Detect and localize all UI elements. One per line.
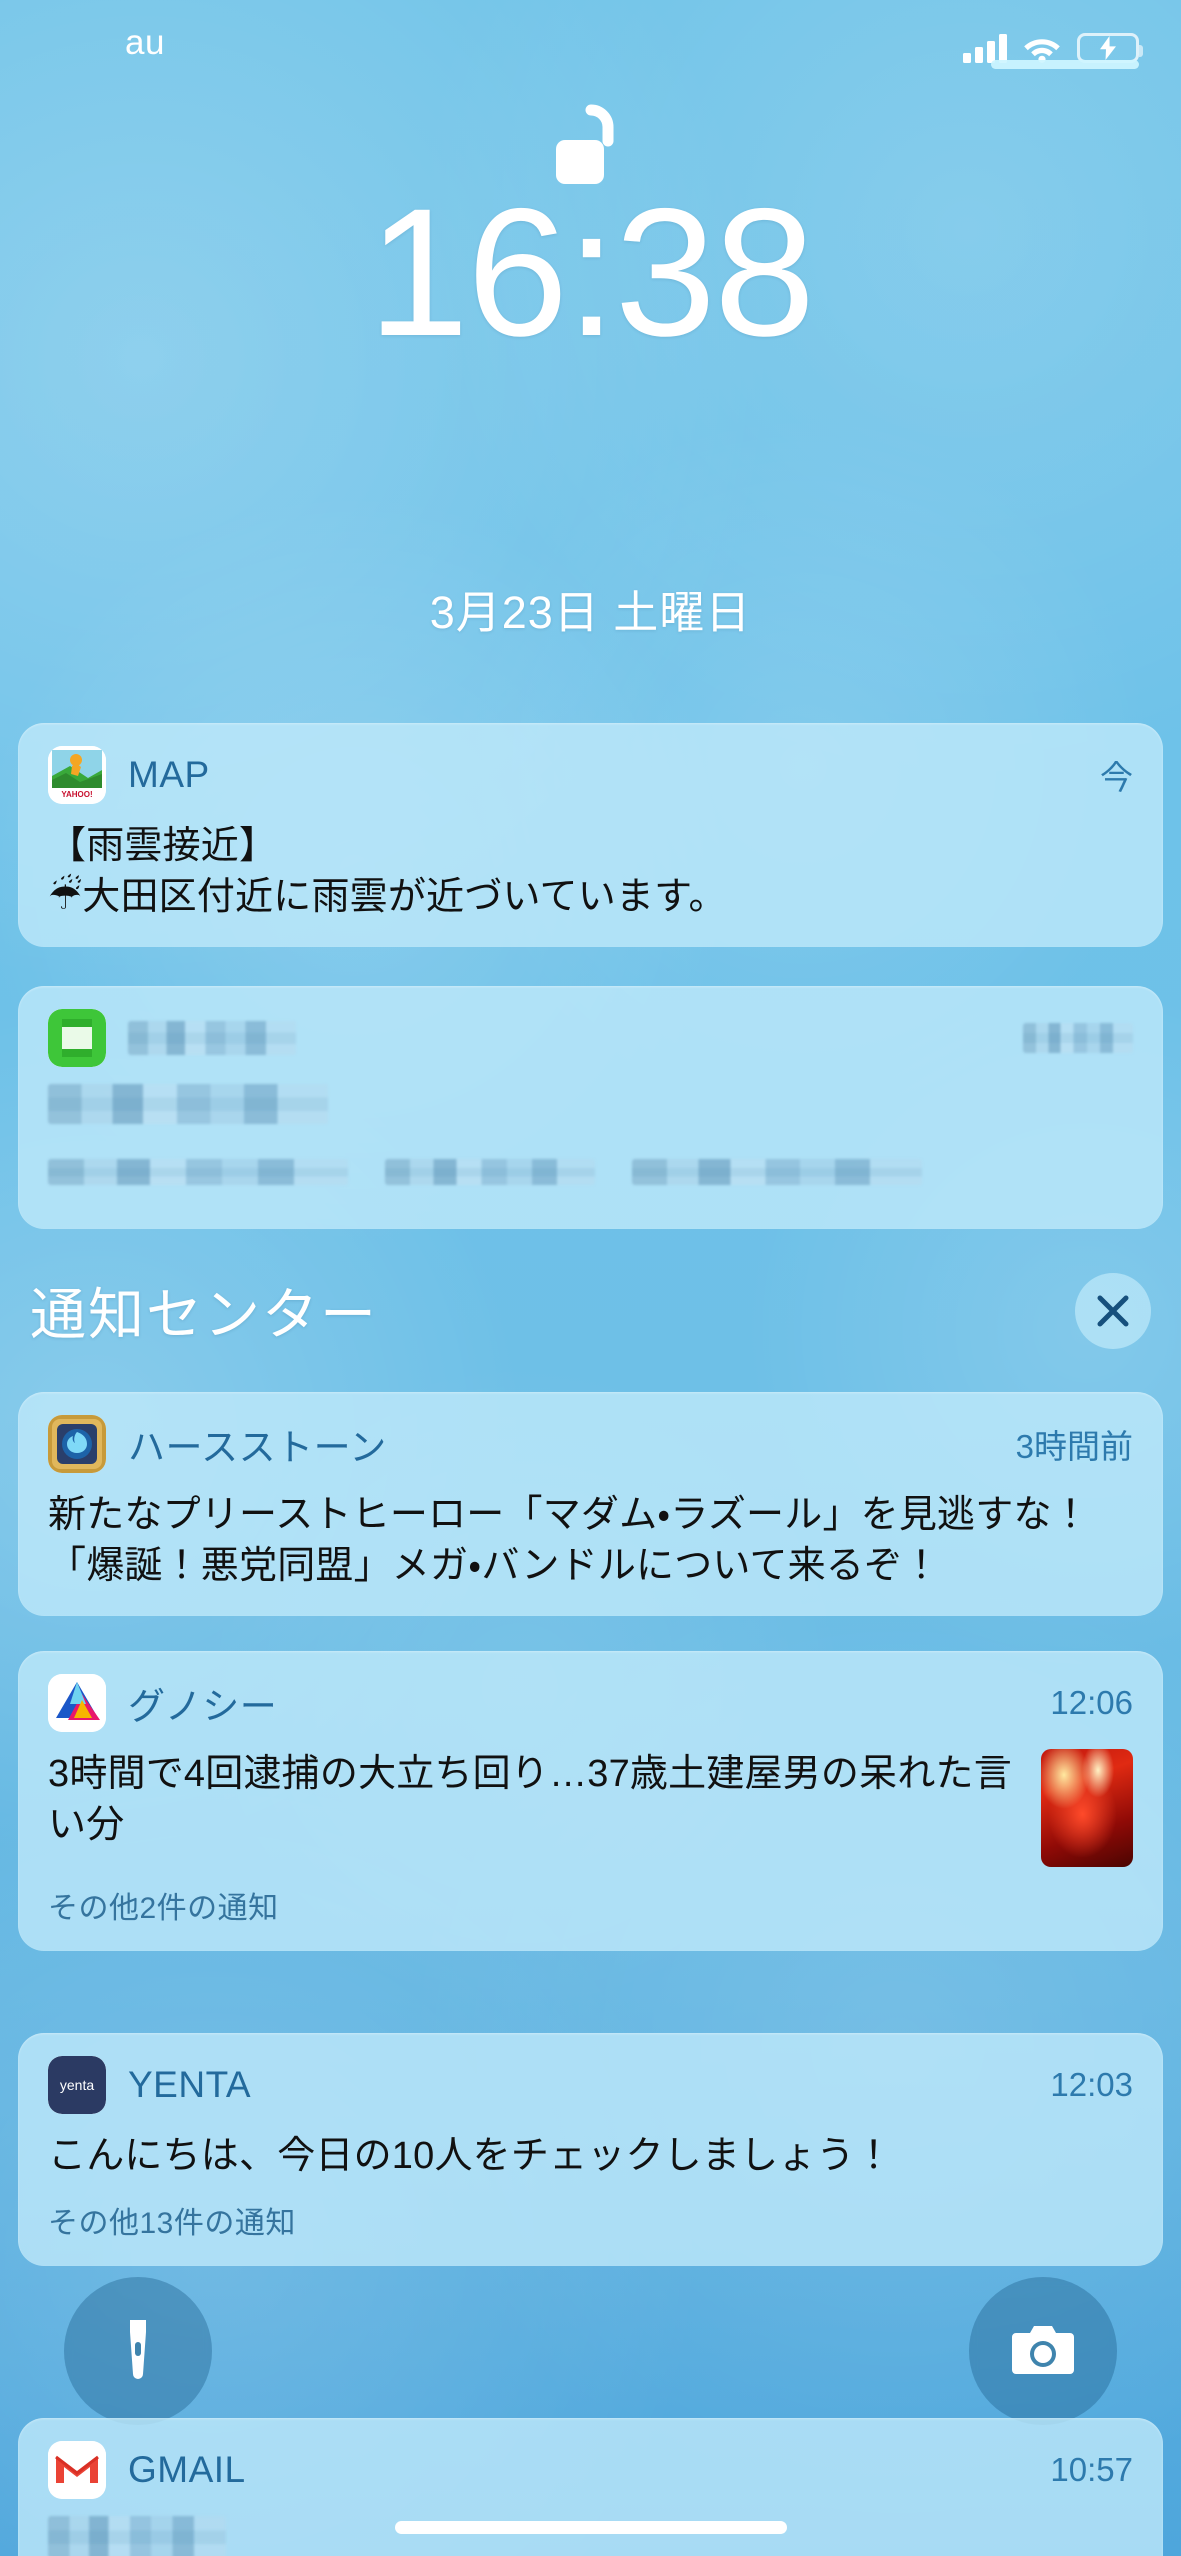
wifi-icon (1023, 33, 1061, 63)
notification-timestamp: 12:06 (1050, 1684, 1133, 1721)
app-name-label: グノシー (128, 1686, 278, 1727)
lock-screen-clock: 16:38 (367, 170, 815, 374)
notification-timestamp: 3時間前 (1015, 1428, 1133, 1465)
notification-more-count[interactable]: その他13件の通知 (48, 2198, 1133, 2242)
lock-screen: au 16:38 3月23日 土曜日 YAHOO! MAP 今 【雨雲接近】 ☔… (0, 0, 1181, 2556)
notification-map[interactable]: YAHOO! MAP 今 【雨雲接近】 ☔大田区付近に雨雲が近づいています。 (18, 723, 1163, 947)
redacted-line-b (384, 1158, 595, 1185)
notification-message: ☔大田区付近に雨雲が近づいています。 (48, 875, 727, 918)
status-indicators (963, 23, 1143, 63)
carrier-label: au (125, 23, 165, 62)
notification-more-count[interactable]: その他2件の通知 (48, 1883, 1133, 1927)
notification-body: 【雨雲接近】 ☔大田区付近に雨雲が近づいています。 (48, 821, 1133, 923)
gmail-app-icon (48, 2441, 106, 2499)
notification-redacted[interactable] (18, 986, 1163, 1229)
line-app-icon (48, 1009, 106, 1067)
notification-header: YAHOO! MAP 今 (48, 745, 1133, 805)
redacted-line-c (631, 1158, 922, 1185)
flashlight-icon (130, 2320, 146, 2379)
page-title: 通知センター (30, 1283, 378, 1346)
status-bar: au (0, 0, 1181, 86)
notification-center-header: 通知センター (30, 1270, 1151, 1351)
svg-text:yenta: yenta (60, 2077, 94, 2093)
notification-header: グノシー 12:06 (48, 1673, 1133, 1733)
notification-body: 3時間で4回逮捕の大立ち回り…37歳土建屋男の呆れた言い分 (48, 1749, 1133, 1867)
battery-charging-icon (1077, 33, 1143, 63)
cellular-bars-icon (963, 33, 1007, 63)
notification-timestamp: 今 (1100, 759, 1133, 796)
app-name-label: YENTA (128, 2064, 252, 2105)
notification-message: こんにちは、今日の10人をチェックしましょう！ (48, 2135, 893, 2177)
redacted-app-name (128, 1021, 296, 1055)
yahoo-map-app-icon: YAHOO! (48, 746, 106, 804)
notification-body (48, 1084, 1133, 1199)
gunosy-app-icon (48, 1674, 106, 1732)
battery-underline (991, 60, 1139, 69)
app-name-label: MAP (128, 754, 210, 795)
notification-gunosy[interactable]: グノシー 12:06 3時間で4回逮捕の大立ち回り…37歳土建屋男の呆れた言い分… (18, 1651, 1163, 1978)
notification-hearthstone[interactable]: ハースストーン 3時間前 新たなプリーストヒーロー「マダム・ラズール」を見逃すな… (18, 1392, 1163, 1616)
notification-message: 3時間で4回逮捕の大立ち回り…37歳土建屋男の呆れた言い分 (48, 1753, 1012, 1846)
redacted-sender (48, 2516, 226, 2556)
flashlight-button[interactable] (64, 2277, 212, 2425)
notification-gmail[interactable]: GMAIL 10:57 (18, 2418, 1163, 2556)
news-thumbnail-police-lights (1041, 1749, 1133, 1867)
notification-timestamp: 12:03 (1050, 2066, 1133, 2103)
yenta-app-icon: yenta (48, 2056, 106, 2114)
close-x-icon[interactable] (1075, 1272, 1151, 1349)
camera-icon (1012, 2326, 1074, 2374)
notification-header: yenta YENTA 12:03 (48, 2055, 1133, 2115)
notification-message: 新たなプリーストヒーロー「マダム・ラズール」を見逃すな！「爆誕！悪党同盟」メガ・… (48, 1494, 1090, 1587)
redacted-timestamp (1023, 1023, 1133, 1053)
notification-timestamp: 10:57 (1050, 2451, 1133, 2488)
hearthstone-app-icon (48, 1415, 106, 1473)
notification-title: 【雨雲接近】 (48, 825, 278, 867)
notification-header: ハースストーン 3時間前 (48, 1414, 1133, 1474)
redacted-title (48, 1084, 328, 1124)
notification-header: GMAIL 10:57 (48, 2440, 1133, 2500)
app-name-label: ハースストーン (128, 1427, 387, 1468)
svg-text:YAHOO!: YAHOO! (61, 790, 92, 799)
redacted-line-a (48, 1158, 348, 1185)
camera-button[interactable] (969, 2277, 1117, 2425)
notification-yenta[interactable]: yenta YENTA 12:03 こんにちは、今日の10人をチェックしましょう… (18, 2033, 1163, 2293)
app-name-label: GMAIL (128, 2449, 246, 2490)
lock-screen-date: 3月23日 土曜日 (429, 587, 752, 638)
home-indicator-bar[interactable] (394, 2521, 787, 2534)
notification-header (48, 1008, 1133, 1068)
